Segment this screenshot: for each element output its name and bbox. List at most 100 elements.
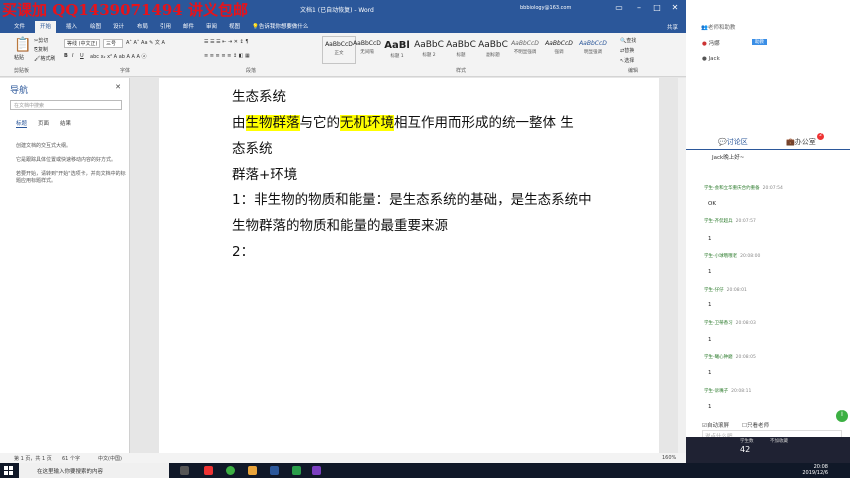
- windows-start-icon[interactable]: [4, 466, 13, 475]
- nav-hint-3: 若要开始，请转到"开始"选项卡，并向文档中的标题应用标题样式。: [16, 171, 126, 184]
- chrome-icon[interactable]: [226, 466, 235, 475]
- teacher-row[interactable]: ● 冯娜: [702, 39, 720, 47]
- tab-view[interactable]: 视图: [229, 22, 240, 30]
- chat-text: 1: [708, 302, 712, 308]
- tab-design[interactable]: 设计: [113, 22, 124, 30]
- nav-search-input[interactable]: 在文档中搜索: [10, 100, 122, 110]
- style-subtitle[interactable]: AaBbC 副标题: [476, 36, 510, 64]
- chat-text: 1: [708, 269, 712, 275]
- watermark-text: 买课加 QQ1439071494 讲义包邮: [2, 1, 248, 19]
- replace-button[interactable]: ⇄替换: [620, 47, 634, 54]
- font-size-select[interactable]: 三号: [103, 39, 123, 48]
- office-badge: 2: [817, 133, 824, 140]
- assistant-row[interactable]: ● Jack: [702, 56, 720, 62]
- ribbon-display-icon[interactable]: ▭: [612, 3, 626, 15]
- style-heading2[interactable]: AaBbC 标题 2: [412, 36, 446, 64]
- group-font: 字体: [120, 68, 131, 74]
- paragraph-list-tools[interactable]: ☰ ☰ ☰ ⇤ ⇥ ✕ ↕ ¶: [204, 39, 249, 45]
- students-label: 学生数: [740, 439, 754, 444]
- teacher-only-checkbox[interactable]: ☐只看老师: [742, 421, 769, 429]
- vertical-scrollbar[interactable]: [678, 78, 686, 453]
- style-heading1[interactable]: AaBl 标题 1: [380, 36, 414, 64]
- doc-line-4: 群落+环境: [232, 167, 298, 183]
- chat-sender: 学生-齐侃超兵 20:07:57: [704, 219, 756, 224]
- share-button[interactable]: 共享: [667, 23, 678, 31]
- tab-divider: [686, 149, 850, 150]
- style-emphasis[interactable]: AaBbCcD 强调: [542, 36, 576, 64]
- tab-references[interactable]: 引用: [160, 22, 171, 30]
- word-icon[interactable]: [270, 466, 279, 475]
- tab-home[interactable]: 开始: [35, 21, 57, 33]
- info-icon[interactable]: i: [836, 410, 848, 422]
- minimize-icon[interactable]: –: [632, 3, 646, 15]
- ribbon-tabs: 文件 开始 插入 绘图 设计 布局 引用 邮件 审阅 视图 💡告诉我你想要做什么…: [0, 20, 686, 33]
- taskbar: 在这里输入你要搜索的内容 20:08 2019/12/6: [0, 463, 850, 478]
- live-class-panel: 👥老师和助教 ● 冯娜 助教 ● Jack 💬讨论区 💼办公室 2 Jack晚上…: [686, 0, 850, 463]
- navigation-pane: 导航 ✕ 在文档中搜索 标题 页面 结果 创建文档的交互式大纲。 它是跟踪具体位…: [0, 78, 130, 453]
- title-bar: 买课加 QQ1439071494 讲义包邮 文档1 (已自动恢复) - Word…: [0, 0, 686, 20]
- style-intense-emphasis[interactable]: AaBbCcD 明显强调: [576, 36, 610, 64]
- avatar: ●: [702, 41, 707, 47]
- doc-line-1: 生态系统: [232, 89, 286, 105]
- nav-tab-pages[interactable]: 页面: [38, 119, 49, 127]
- style-title[interactable]: AaBbC 标题: [444, 36, 478, 64]
- tab-layout[interactable]: 布局: [137, 22, 148, 30]
- taskbar-search-input[interactable]: 在这里输入你要搜索的内容: [19, 463, 169, 478]
- doc-line-2: 由生物群落与它的无机环境相互作用而形成的统一整体 生: [232, 115, 574, 131]
- language[interactable]: 中文(中国): [98, 455, 122, 462]
- tab-mailings[interactable]: 邮件: [183, 22, 194, 30]
- nav-tab-results[interactable]: 结果: [60, 119, 71, 127]
- document-page[interactable]: 生态系统 由生物群落与它的无机环境相互作用而形成的统一整体 生 态系统 群落+环…: [159, 78, 659, 453]
- tab-review[interactable]: 审阅: [206, 22, 217, 30]
- chat-sender: 学生-曦心钟磨 20:08:05: [704, 355, 756, 360]
- tab-insert[interactable]: 插入: [66, 22, 77, 30]
- page-count[interactable]: 第 1 页，共 1 页: [14, 455, 52, 462]
- clock[interactable]: 20:08 2019/12/6: [802, 464, 828, 476]
- select-button[interactable]: ↖选择: [620, 57, 634, 64]
- status-bar: 第 1 页，共 1 页 61 个字 中文(中国) 160%: [0, 453, 686, 463]
- tab-office[interactable]: 💼办公室: [786, 137, 816, 147]
- folder-icon[interactable]: [248, 466, 257, 475]
- chat-text: OK: [708, 201, 716, 207]
- chat-sender: 学生-会和立华重庆合约重备 20:07:54: [704, 186, 783, 191]
- chat-sender: 学生-小球哦哦老 20:08:00: [704, 254, 761, 259]
- account-email[interactable]: bbbiology@163.com: [520, 5, 571, 11]
- copy-button[interactable]: ⎘复制: [34, 46, 48, 53]
- doc-line-5: 1：非生物的物质和能量：是生态系统的基础，是生态系统中: [232, 192, 592, 208]
- auto-scroll-checkbox[interactable]: ☑自动滚屏: [702, 421, 729, 429]
- bold-button[interactable]: B: [64, 53, 68, 59]
- task-view-icon[interactable]: [180, 466, 189, 475]
- chat-text: 1: [708, 236, 712, 242]
- tab-draw[interactable]: 绘图: [90, 22, 101, 30]
- font-format-tools[interactable]: abc x₂ x² A ab A A A ⓐ: [90, 53, 147, 60]
- font-name-select[interactable]: 等线 (中文正): [64, 39, 100, 48]
- onenote-icon[interactable]: [312, 466, 321, 475]
- style-no-spacing[interactable]: AaBbCcD 无间隔: [350, 36, 384, 64]
- close-icon[interactable]: ✕: [115, 83, 121, 91]
- nav-hint-1: 创建文档的交互式大纲。: [16, 143, 72, 149]
- format-painter-button[interactable]: 🖌格式刷: [34, 55, 55, 62]
- maximize-icon[interactable]: □: [650, 3, 664, 15]
- find-button[interactable]: 🔍查找: [620, 37, 636, 44]
- group-styles: 样式: [456, 68, 467, 74]
- wechat-icon[interactable]: [292, 466, 301, 475]
- app-icon[interactable]: [204, 466, 213, 475]
- close-icon[interactable]: ✕: [668, 3, 682, 15]
- paste-icon[interactable]: 📋: [14, 37, 31, 53]
- word-count[interactable]: 61 个字: [62, 455, 80, 462]
- paste-button[interactable]: 粘贴: [14, 54, 24, 61]
- font-grow-shrink[interactable]: A˄ A˅ Aa ✎ 文 A: [126, 39, 165, 46]
- style-subtle-emphasis[interactable]: AaBbCcD 不明显强调: [508, 36, 542, 64]
- tab-file[interactable]: 文件: [14, 22, 25, 30]
- paragraph-align-tools[interactable]: ≡ ≡ ≡ ≡ ≡ ↕ ◧ ▦: [204, 53, 250, 59]
- favorite-label[interactable]: 不加收藏: [770, 438, 788, 444]
- zoom-level[interactable]: 160%: [662, 455, 676, 461]
- underline-button[interactable]: U: [80, 53, 84, 59]
- tab-discussion[interactable]: 💬讨论区: [718, 137, 748, 147]
- italic-button[interactable]: I: [72, 53, 73, 59]
- tell-me-box[interactable]: 💡告诉我你想要做什么: [252, 22, 308, 30]
- group-clipboard: 剪贴板: [14, 68, 30, 74]
- cut-button[interactable]: ✂剪切: [34, 37, 48, 44]
- class-toolbar: [686, 437, 850, 463]
- nav-tab-headings[interactable]: 标题: [16, 119, 28, 128]
